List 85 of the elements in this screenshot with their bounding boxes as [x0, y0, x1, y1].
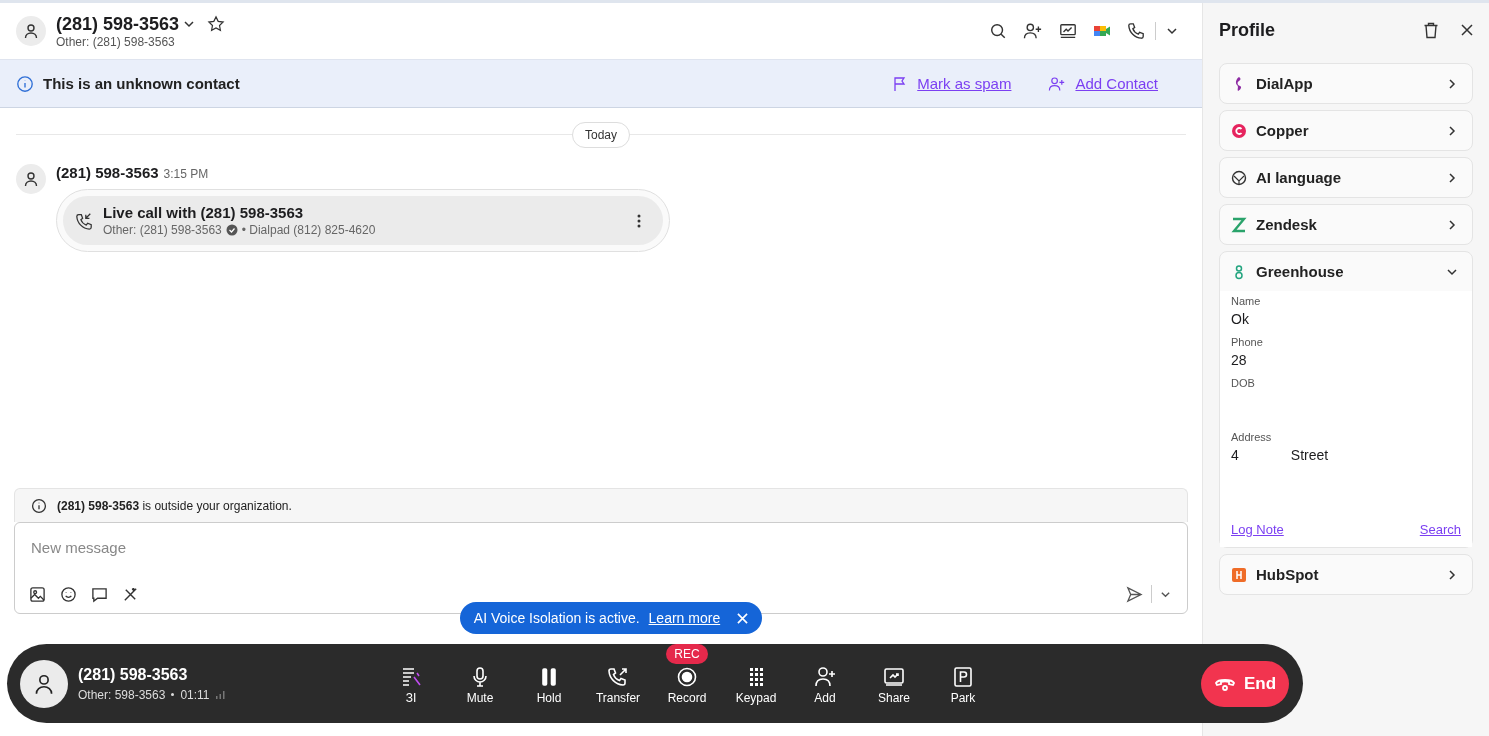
info-icon — [16, 74, 34, 93]
verified-icon — [225, 224, 238, 236]
info-icon — [31, 497, 47, 514]
date-divider: Today — [572, 122, 630, 148]
profile-title: Profile — [1219, 19, 1275, 41]
banner-text: This is an unknown contact — [43, 75, 240, 92]
hubspot-logo-icon — [1231, 566, 1247, 583]
share-button[interactable]: Share — [861, 644, 927, 709]
search-icon[interactable] — [989, 22, 1007, 40]
signal-icon — [215, 690, 225, 699]
integration-link[interactable]: Log Note — [1231, 522, 1284, 537]
magic-tools-icon[interactable] — [122, 585, 139, 603]
image-icon[interactable] — [29, 585, 46, 603]
phone-icon[interactable] — [1127, 22, 1145, 40]
screen-chart-icon[interactable] — [1059, 22, 1077, 40]
message-input[interactable]: New message — [29, 533, 1171, 562]
integration-name: DialApp — [1256, 75, 1313, 92]
transfer-call-icon — [607, 666, 629, 688]
add-person-icon — [1048, 75, 1067, 92]
integration-link[interactable]: Search — [1419, 522, 1461, 537]
integration-name: AI language — [1256, 169, 1341, 186]
record-button[interactable]: REC Record — [654, 644, 720, 709]
hold-button[interactable]: Hold — [516, 644, 582, 709]
ai-button[interactable]: ЗI — [378, 644, 444, 709]
notice-text: (281) 598-3563 is outside your organization. — [57, 498, 292, 513]
contact-title: (281) 598-3563 — [56, 13, 180, 35]
close-icon[interactable] — [1461, 24, 1473, 36]
add-contact-link[interactable]: Add Contact — [1075, 75, 1158, 92]
field-label: Phone — [1231, 336, 1264, 348]
share-screen-icon — [883, 666, 905, 688]
call-duration: 01:11 — [180, 687, 210, 702]
field-label: DOB — [1231, 377, 1256, 389]
field-value: Street — [1290, 447, 1329, 464]
field-value: 28 — [1231, 352, 1247, 369]
transfer-button[interactable]: Transfer — [585, 644, 651, 709]
more-options-icon[interactable] — [637, 213, 641, 228]
call-other-number: Other: (281) 598-3563 — [103, 223, 222, 237]
contact-subtitle: Other: (281) 598-3563 — [56, 34, 176, 49]
call-title: Live call with (281) 598-3563 — [103, 204, 305, 221]
mute-button[interactable]: Mute — [447, 644, 513, 709]
integration-header[interactable]: HubSpot — [1220, 555, 1472, 594]
field-value: Ok — [1231, 311, 1249, 328]
ai-notes-icon — [400, 666, 422, 688]
mark-spam-link[interactable]: Mark as spam — [917, 75, 1012, 92]
star-icon[interactable] — [207, 15, 226, 33]
caller-number: (281) 598-3563 — [78, 665, 189, 684]
integration-header[interactable]: Greenhouse — [1220, 252, 1472, 291]
caller-other: Other: 598-3563 — [78, 687, 166, 702]
call-card[interactable]: Live call with (281) 598-3563 Other: (281) 598-3563 • Dialpad (812) 825-4620 — [56, 189, 670, 252]
emoji-icon[interactable] — [60, 585, 77, 603]
integration-name: HubSpot — [1256, 566, 1319, 583]
chevron-down-icon[interactable] — [183, 18, 196, 30]
integration-header[interactable]: AI language — [1220, 158, 1472, 197]
add-person-icon — [814, 666, 836, 688]
message-time: 3:15 PM — [163, 167, 209, 181]
avatar-icon — [20, 659, 68, 708]
chat-bubble-icon[interactable] — [91, 585, 108, 603]
record-icon — [676, 666, 698, 688]
integration-header[interactable]: DialApp — [1220, 64, 1472, 103]
field-label: Address — [1231, 431, 1273, 443]
avatar-icon — [16, 16, 46, 46]
call-line: • Dialpad (812) 825-4620 — [241, 223, 376, 237]
avatar-icon — [16, 164, 46, 194]
parking-icon — [952, 666, 974, 688]
add-button[interactable]: Add — [792, 644, 858, 709]
integration-name: Copper — [1256, 122, 1309, 139]
video-meeting-icon[interactable] — [1093, 23, 1111, 39]
copper-logo-icon — [1231, 122, 1247, 139]
integration-header[interactable]: Copper — [1220, 111, 1472, 150]
park-button[interactable]: Park — [930, 644, 996, 709]
trash-icon[interactable] — [1423, 21, 1439, 39]
recording-badge: REC — [666, 644, 708, 664]
incoming-call-icon — [75, 211, 93, 230]
end-call-button[interactable]: End — [1201, 660, 1289, 707]
sender-name: (281) 598-3563 — [56, 164, 159, 181]
field-label: Name — [1231, 295, 1262, 307]
chevron-down-icon[interactable] — [1166, 25, 1178, 37]
add-person-icon[interactable] — [1023, 22, 1043, 40]
field-value: 4 — [1231, 447, 1239, 464]
integration-name: Greenhouse — [1256, 263, 1344, 280]
zendesk-logo-icon — [1231, 216, 1247, 233]
send-icon[interactable] — [1126, 585, 1143, 603]
keypad-button[interactable]: Keypad — [723, 644, 789, 709]
integration-name: Zendesk — [1256, 216, 1317, 233]
integration-header[interactable]: Zendesk — [1220, 205, 1472, 244]
